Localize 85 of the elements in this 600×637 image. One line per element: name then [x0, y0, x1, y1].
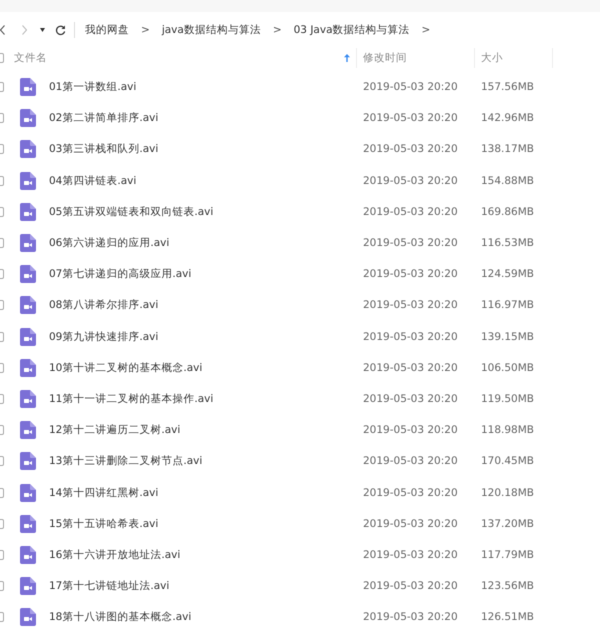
file-name[interactable]: 05第五讲双端链表和双向链表.avi [49, 204, 214, 219]
video-file-icon [20, 234, 36, 252]
modified-time: 2019-05-03 20:20 [363, 611, 458, 624]
file-name[interactable]: 17第十七讲链地址法.avi [49, 579, 170, 594]
dropdown-icon[interactable] [40, 28, 45, 32]
video-file-icon [20, 514, 36, 533]
file-name[interactable]: 16第十六讲开放地址法.avi [49, 548, 180, 562]
video-file-icon [20, 296, 36, 314]
modified-time: 2019-05-03 20:20 [363, 486, 458, 499]
file-size: 123.56MB [481, 580, 534, 592]
file-size: 170.45MB [481, 455, 534, 468]
file-size: 116.97MB [481, 299, 534, 312]
breadcrumb-link[interactable]: 我的网盘 [85, 23, 129, 37]
refresh-icon[interactable] [55, 24, 66, 36]
breadcrumb-separator: > [422, 24, 430, 36]
file-name[interactable]: 03第三讲栈和队列.avi [49, 142, 158, 156]
modified-time: 2019-05-03 20:20 [363, 206, 458, 218]
video-file-icon [20, 78, 36, 96]
video-file-icon [20, 140, 36, 158]
modified-time: 2019-05-03 20:20 [363, 518, 458, 530]
file-size: 139.15MB [481, 330, 534, 343]
video-file-icon [20, 265, 36, 284]
file-size: 137.20MB [481, 518, 534, 530]
modified-time: 2019-05-03 20:20 [363, 299, 458, 312]
breadcrumb-link[interactable]: java数据结构与算法 [162, 23, 261, 37]
file-size: 120.18MB [481, 486, 534, 499]
video-file-icon [20, 577, 36, 596]
modified-time: 2019-05-03 20:20 [363, 580, 458, 592]
file-size: 169.86MB [481, 206, 534, 218]
file-name[interactable]: 06第六讲递归的应用.avi [49, 236, 170, 250]
modified-time: 2019-05-03 20:20 [363, 392, 458, 405]
file-name[interactable]: 11第十一讲二叉树的基本操作.avi [49, 392, 214, 406]
video-file-icon [20, 202, 36, 221]
file-name[interactable]: 02第二讲简单排序.avi [49, 111, 158, 126]
video-file-icon [20, 608, 36, 626]
file-size: 157.56MB [481, 81, 534, 94]
video-file-icon [20, 172, 36, 190]
file-size: 154.88MB [481, 174, 534, 187]
video-file-icon [20, 390, 36, 408]
file-size: 106.50MB [481, 362, 534, 374]
video-file-icon [20, 328, 36, 346]
file-name[interactable]: 12第十二讲遍历二叉树.avi [49, 423, 180, 438]
file-name[interactable]: 10第十讲二叉树的基本概念.avi [49, 360, 202, 375]
breadcrumb-link[interactable]: 03 Java数据结构与算法 [294, 23, 410, 37]
file-size: 117.79MB [481, 548, 534, 561]
video-file-icon [20, 484, 36, 502]
forward-icon[interactable] [22, 25, 27, 35]
file-name[interactable]: 07第七讲递归的高级应用.avi [49, 267, 192, 282]
file-name[interactable]: 09第九讲快速排序.avi [49, 330, 158, 344]
file-size: 142.96MB [481, 112, 534, 124]
file-size: 119.50MB [481, 392, 534, 405]
modified-time: 2019-05-03 20:20 [363, 237, 458, 250]
modified-time: 2019-05-03 20:20 [363, 81, 458, 94]
modified-time: 2019-05-03 20:20 [363, 330, 458, 343]
modified-time: 2019-05-03 20:20 [363, 362, 458, 374]
video-file-icon [20, 109, 36, 128]
breadcrumb-separator: > [141, 24, 150, 36]
file-name[interactable]: 08第八讲希尔排序.avi [49, 298, 158, 312]
file-size: 118.98MB [481, 424, 534, 436]
breadcrumb-separator: > [272, 24, 282, 36]
video-file-icon [20, 452, 36, 470]
back-icon[interactable] [0, 25, 5, 35]
video-file-icon [20, 546, 36, 564]
file-size: 126.51MB [481, 611, 534, 624]
modified-time: 2019-05-03 20:20 [363, 268, 458, 280]
file-size: 124.59MB [481, 268, 534, 280]
column-header[interactable]: 文件名 [14, 51, 344, 65]
video-file-icon [20, 358, 36, 377]
file-name[interactable]: 13第十三讲删除二叉树节点.avi [49, 454, 202, 468]
file-name[interactable]: 15第十五讲哈希表.avi [49, 516, 158, 531]
file-size: 138.17MB [481, 143, 534, 156]
modified-time: 2019-05-03 20:20 [363, 174, 458, 187]
modified-time: 2019-05-03 20:20 [363, 112, 458, 124]
column-header[interactable]: 大小 [481, 51, 552, 65]
modified-time: 2019-05-03 20:20 [363, 548, 458, 561]
file-size: 116.53MB [481, 237, 534, 250]
file-name[interactable]: 01第一讲数组.avi [49, 80, 136, 94]
file-name[interactable]: 04第四讲链表.avi [49, 174, 136, 188]
modified-time: 2019-05-03 20:20 [363, 143, 458, 156]
modified-time: 2019-05-03 20:20 [363, 455, 458, 468]
file-name[interactable]: 18第十八讲图的基本概念.avi [49, 610, 192, 624]
video-file-icon [20, 421, 36, 440]
file-name[interactable]: 14第十四讲红黑树.avi [49, 486, 158, 500]
modified-time: 2019-05-03 20:20 [363, 424, 458, 436]
column-header[interactable]: 修改时间 [363, 51, 474, 65]
